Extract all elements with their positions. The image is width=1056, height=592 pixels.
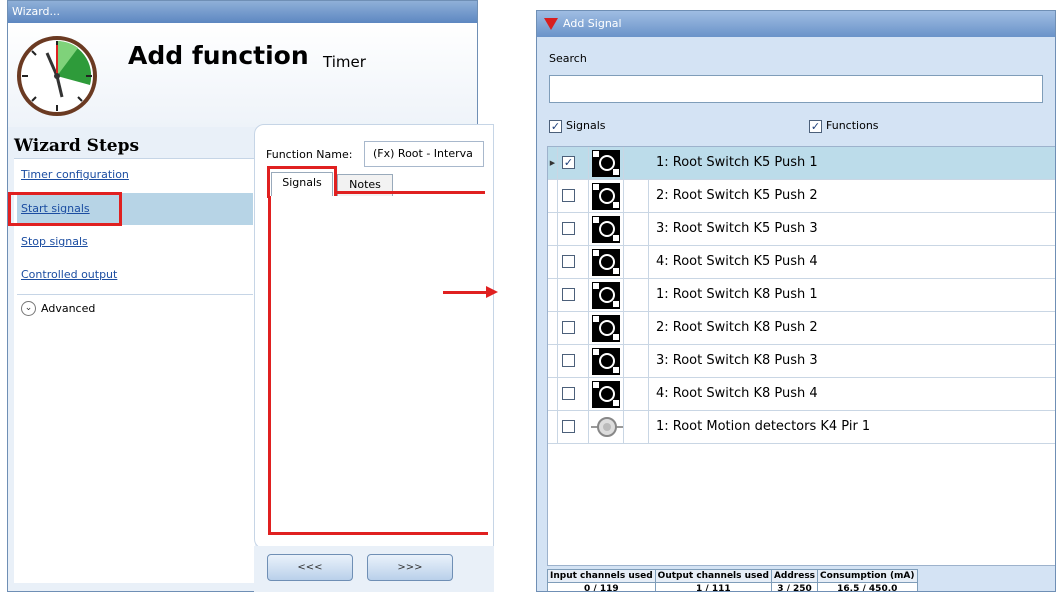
switch-icon [588, 312, 624, 344]
signal-label: 1: Root Motion detectors K4 Pir 1 [656, 419, 871, 434]
signal-label: 2: Root Switch K8 Push 2 [656, 320, 818, 335]
stats-header-output: Output channels used [654, 569, 772, 583]
step-controlled-output[interactable]: Controlled output [17, 259, 253, 291]
signal-label: 2: Root Switch K5 Push 2 [656, 188, 818, 203]
stats-header-consumption: Consumption (mA) [817, 569, 918, 583]
signal-row[interactable]: 3: Root Switch K5 Push 3 [548, 213, 1055, 246]
signals-grid: ▶ ✓ 1: Root Switch K5 Push 1 2: Root Switch… [547, 146, 1055, 566]
filter-functions-label: Functions [826, 119, 879, 132]
switch-icon [588, 378, 624, 410]
row-indicator [548, 411, 558, 443]
signals-tab-highlight [267, 166, 337, 198]
highlight-line [336, 191, 485, 194]
search-input[interactable] [549, 75, 1043, 103]
filter-signals-label: Signals [566, 119, 606, 132]
switch-icon [588, 279, 624, 311]
next-button[interactable]: >>> [367, 554, 453, 581]
signals-checkbox[interactable]: ✓ [549, 119, 562, 133]
stats-header-address: Address [770, 569, 819, 583]
row-checkbox[interactable]: ✓ [562, 156, 575, 169]
signal-label: 4: Root Switch K8 Push 4 [656, 386, 818, 401]
row-indicator [548, 345, 558, 377]
signal-row[interactable]: 2: Root Switch K5 Push 2 [548, 180, 1055, 213]
arrow-line [443, 291, 488, 294]
stats-value-consumption: 16,5 / 450,0 [817, 582, 918, 591]
row-checkbox[interactable] [562, 189, 575, 202]
signal-row[interactable]: 1: Root Switch K8 Push 1 [548, 279, 1055, 312]
function-name-input[interactable]: (Fx) Root - Interva [364, 141, 484, 167]
row-checkbox[interactable] [562, 222, 575, 235]
signal-row[interactable]: 4: Root Switch K8 Push 4 [548, 378, 1055, 411]
row-indicator [548, 213, 558, 245]
signal-label: 3: Root Switch K5 Push 3 [656, 221, 818, 236]
row-checkbox[interactable] [562, 288, 575, 301]
add-signal-title-bar: Add Signal [537, 11, 1055, 37]
switch-icon [588, 147, 624, 179]
page-subtitle: Timer [323, 53, 366, 71]
previous-button[interactable]: <<< [267, 554, 353, 581]
row-checkbox[interactable] [562, 255, 575, 268]
switch-icon [588, 180, 624, 212]
switch-icon [588, 345, 624, 377]
highlight-line-bottom [270, 532, 485, 535]
row-indicator [548, 312, 558, 344]
wizard-title-bar: Wizard... [8, 1, 477, 23]
row-indicator: ▶ [548, 147, 558, 179]
add-signal-window: Add Signal Search ✓ Signals ✓ Functions ▶ ✓… [536, 10, 1056, 592]
signals-list-area[interactable] [268, 196, 488, 535]
signal-row[interactable]: 2: Root Switch K8 Push 2 [548, 312, 1055, 345]
stats-value-address: 3 / 250 [770, 582, 819, 591]
divider [17, 294, 253, 295]
signal-label: 4: Root Switch K5 Push 4 [656, 254, 818, 269]
step-timer-configuration[interactable]: Timer configuration [17, 159, 253, 191]
filter-signals[interactable]: ✓ Signals [549, 119, 606, 135]
start-signals-highlight [8, 192, 122, 226]
stats-value-output: 1 / 111 [654, 582, 772, 591]
row-checkbox[interactable] [562, 354, 575, 367]
motion-detector-icon [588, 411, 624, 443]
signal-row[interactable]: ▶ ✓ 1: Root Switch K5 Push 1 [548, 147, 1055, 180]
signal-label: 1: Root Switch K5 Push 1 [656, 155, 818, 170]
usage-stats-table: Input channels used Output channels used… [547, 569, 918, 591]
signal-row[interactable]: 3: Root Switch K8 Push 3 [548, 345, 1055, 378]
functions-checkbox[interactable]: ✓ [809, 119, 822, 133]
advanced-toggle[interactable]: ⌄ Advanced [17, 297, 253, 321]
signal-label: 3: Root Switch K8 Push 3 [656, 353, 818, 368]
row-checkbox[interactable] [562, 321, 575, 334]
arrow-right-icon [486, 286, 498, 298]
wizard-steps-title: Wizard Steps [14, 136, 140, 156]
row-checkbox[interactable] [562, 387, 575, 400]
switch-icon [588, 213, 624, 245]
function-name-label: Function Name: [266, 148, 353, 161]
page-title: Add function [128, 41, 309, 70]
add-signal-title: Add Signal [563, 17, 622, 30]
row-indicator [548, 180, 558, 212]
row-indicator [548, 246, 558, 278]
chevron-down-icon: ⌄ [21, 301, 36, 316]
signal-row[interactable]: 4: Root Switch K5 Push 4 [548, 246, 1055, 279]
switch-icon [588, 246, 624, 278]
row-indicator [548, 378, 558, 410]
filter-functions[interactable]: ✓ Functions [809, 119, 879, 135]
row-checkbox[interactable] [562, 420, 575, 433]
add-signal-icon [544, 18, 558, 30]
row-indicator [548, 279, 558, 311]
clock-icon [17, 36, 97, 116]
signal-label: 1: Root Switch K8 Push 1 [656, 287, 818, 302]
signal-row[interactable]: 1: Root Motion detectors K4 Pir 1 [548, 411, 1055, 444]
advanced-label: Advanced [41, 302, 96, 315]
wizard-header: Add function Timer [8, 23, 477, 127]
step-stop-signals[interactable]: Stop signals [17, 226, 253, 258]
search-label: Search [549, 52, 587, 65]
stats-value-input: 0 / 119 [547, 582, 656, 591]
stats-header-input: Input channels used [547, 569, 656, 583]
